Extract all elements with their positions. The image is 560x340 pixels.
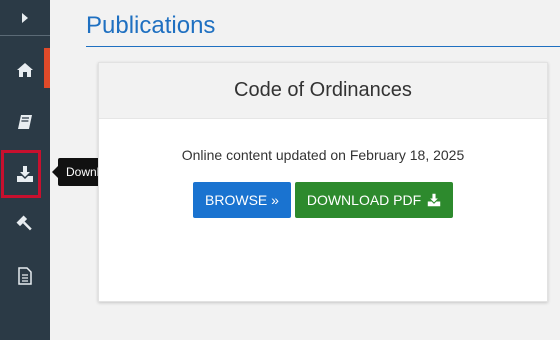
title-divider (86, 46, 560, 47)
browse-button-label: BROWSE » (205, 192, 279, 208)
tooltip-arrow (52, 166, 58, 178)
card-header: Code of Ordinances (99, 63, 547, 119)
chevron-right-icon (22, 12, 28, 23)
book-icon (18, 115, 32, 129)
sidebar (0, 0, 50, 340)
sidebar-item-legislation[interactable] (0, 198, 50, 250)
sidebar-divider (0, 35, 50, 36)
download-pdf-button[interactable]: DOWNLOAD PDF (295, 182, 453, 218)
publication-card: Code of Ordinances Online content update… (98, 62, 548, 302)
download-icon (427, 193, 441, 207)
sidebar-toggle-button[interactable] (0, 0, 50, 35)
sidebar-item-code[interactable] (0, 96, 50, 148)
sidebar-item-home[interactable] (0, 44, 50, 96)
home-icon (17, 63, 33, 77)
download-highlight-box (1, 150, 41, 198)
browse-button[interactable]: BROWSE » (193, 182, 291, 218)
card-updated-text: Online content updated on February 18, 2… (181, 147, 465, 163)
card-actions: BROWSE » DOWNLOAD PDF (193, 182, 453, 218)
page-title: Publications (86, 12, 216, 39)
gavel-icon (16, 215, 32, 231)
card-title: Code of Ordinances (234, 79, 412, 101)
download-pdf-button-label: DOWNLOAD PDF (306, 192, 422, 208)
sidebar-item-documents[interactable] (0, 250, 50, 302)
document-icon (18, 267, 32, 285)
